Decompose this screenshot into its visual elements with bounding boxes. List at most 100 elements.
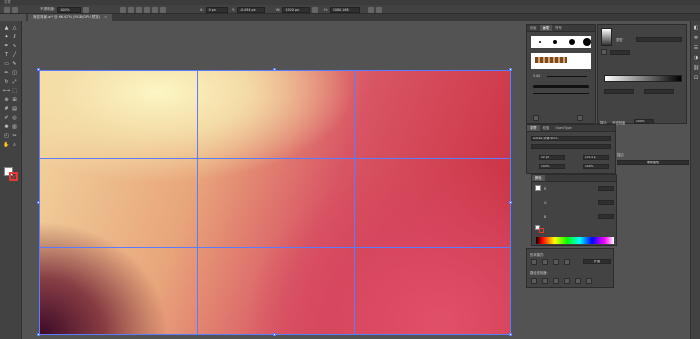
tab-character[interactable]: 字符 [527,125,540,131]
type-tool-icon[interactable]: T [3,52,10,59]
leading-field[interactable]: (14.4 p [583,155,609,160]
align-top-icon[interactable] [144,6,150,13]
tracking-field[interactable]: 100% [539,164,565,169]
mesh-line-vertical[interactable] [197,71,198,334]
shape-builder-tool-icon[interactable]: ⊕ [3,97,10,104]
outline-button[interactable] [575,278,581,284]
perspective-grid-tool-icon[interactable]: ⊞ [11,97,18,104]
tab-brushes[interactable]: 画笔 [539,25,553,31]
mesh-line-horizontal[interactable] [40,247,510,248]
bounding-handle[interactable] [273,68,276,71]
color-stroke-swatch[interactable] [535,225,544,233]
exclude-button[interactable] [564,259,570,265]
minus-back-button[interactable] [586,278,592,284]
style-icon[interactable] [83,6,90,13]
lasso-tool-icon[interactable]: ℓ [11,34,18,41]
gradient-tool-icon[interactable]: ▤ [11,106,18,113]
trim-button[interactable] [542,278,548,284]
channel-r-field[interactable] [598,186,614,191]
column-graph-tool-icon[interactable]: ▥ [11,124,18,131]
divide-button[interactable] [531,278,537,284]
slice-tool-icon[interactable]: ✂ [11,133,18,140]
unite-button[interactable] [531,259,537,265]
tab-opentype[interactable]: OpenType [552,125,574,131]
pattern-brush-row[interactable] [531,53,591,69]
selection-tool-icon[interactable]: ▲ [3,25,10,32]
link-icon[interactable] [312,6,319,13]
tab-symbols[interactable]: 符号 [552,25,565,31]
zoom-tool-icon[interactable]: ⌕ [11,142,18,149]
gradient-opacity-value[interactable]: 100% [634,119,654,124]
transparency-icon[interactable]: ◑ [693,55,699,61]
pencil-tool-icon[interactable]: ✏ [3,70,10,77]
height-field[interactable]: 1080.168 [329,6,360,13]
gradient-type-select[interactable] [636,37,682,42]
gradient-reverse-button[interactable] [601,49,607,55]
curvature-tool-icon[interactable]: ∿ [11,43,18,50]
gradient-location-field[interactable] [644,89,674,94]
pen-tool-icon[interactable]: ✒ [3,43,10,50]
shape-icon[interactable] [4,6,10,13]
blend-tool-icon[interactable]: ◎ [11,115,18,122]
properties-icon[interactable]: ◧ [693,25,699,31]
intersect-button[interactable] [553,259,559,265]
scale-tool-icon[interactable]: ⤢ [11,79,18,86]
libraries-icon[interactable]: ☰ [693,45,699,51]
bounding-handle[interactable] [37,333,40,336]
bounding-handle[interactable] [509,201,512,204]
channel-b-field[interactable] [598,214,614,219]
gradient-angle-field[interactable] [610,50,630,55]
rectangle-tool-icon[interactable]: ▭ [3,61,10,68]
align-right-icon[interactable] [136,6,142,13]
minus-front-button[interactable] [542,259,548,265]
symbol-sprayer-tool-icon[interactable]: ✺ [3,124,10,131]
stroke-swatch-icon[interactable] [12,6,18,13]
color-fill-swatch[interactable] [535,185,541,191]
brush-library-button[interactable] [533,115,539,121]
align-middle-icon[interactable] [152,6,158,13]
bounding-handle[interactable] [509,68,512,71]
links-icon[interactable]: ⛓ [693,65,699,71]
hand-tool-icon[interactable]: ✋ [3,142,10,149]
mesh-line-vertical[interactable] [354,71,355,334]
tab-color[interactable]: 颜色 [532,175,545,181]
width-field[interactable]: 1920 px [282,6,311,13]
font-size-field[interactable]: 12 pt [539,155,565,160]
bounding-handle[interactable] [37,201,40,204]
brush-preview-row[interactable] [531,36,591,48]
kerning-field[interactable]: 100% [583,164,609,169]
width-tool-icon[interactable]: ⟷ [3,88,10,95]
gradient-type[interactable]: 类型 [616,37,623,42]
bounding-handle[interactable] [273,333,276,336]
eyedropper-tool-icon[interactable]: ✐ [3,115,10,122]
mesh-tool-icon[interactable]: # [3,106,10,113]
bounding-handle[interactable] [37,68,40,71]
expand-button[interactable]: 扩展 [583,259,611,264]
font-family-select[interactable]: Adobe 宋体 Std L [531,136,611,141]
channel-g-field[interactable] [598,200,614,205]
artboard[interactable] [39,70,511,335]
line-tool-icon[interactable]: ╱ [11,52,18,59]
direct-selection-tool-icon[interactable]: △ [11,25,18,32]
tab-paragraph[interactable]: 段落 [540,125,553,131]
merge-button[interactable] [553,278,559,284]
gradient-ramp[interactable] [604,75,682,82]
close-tab-icon[interactable]: × [104,15,107,19]
rotate-tool-icon[interactable]: ↻ [3,79,10,86]
isolate-icon[interactable] [376,6,382,13]
layers-icon[interactable]: ≣ [693,35,699,41]
fill-stroke-chips[interactable] [4,167,20,181]
mesh-line-horizontal[interactable] [40,158,510,159]
align-left-icon[interactable] [120,6,126,13]
free-transform-tool-icon[interactable]: ⬚ [11,88,18,95]
crop-button[interactable] [564,278,570,284]
align-bottom-icon[interactable] [160,6,166,13]
color-spectrum[interactable] [536,237,614,244]
magic-wand-tool-icon[interactable]: ✦ [3,34,10,41]
document-tab[interactable]: 渐变背景.ai* @ 66.67% (RGB/GPU 预览) × [28,14,113,21]
x-field[interactable]: 0 px [205,6,228,13]
opacity-field[interactable]: 100% [57,6,82,13]
eraser-tool-icon[interactable]: ◫ [11,70,18,77]
align-center-icon[interactable] [128,6,134,13]
recolor-button[interactable]: 重新着色 [617,160,689,165]
